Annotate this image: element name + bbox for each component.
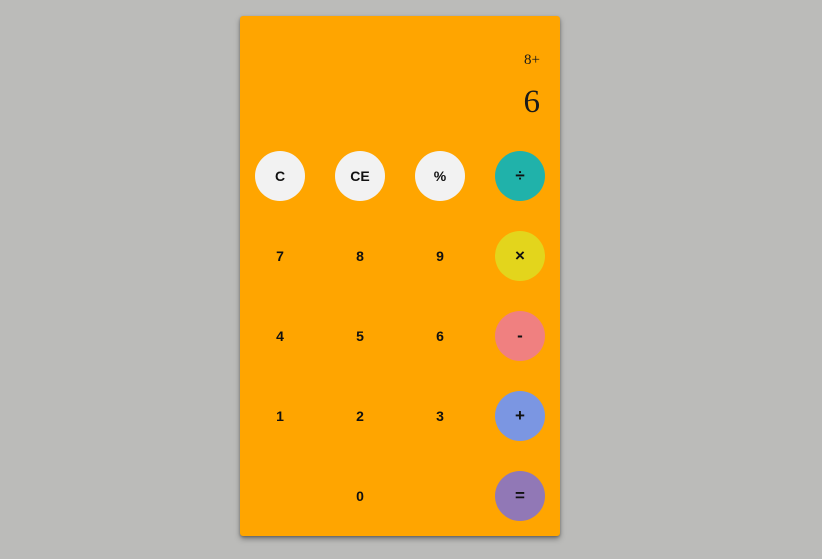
calculator: 8+ 6 C CE % ÷ 7 8 9 × 4 5 6 - 1 2 3 + 0 …: [240, 16, 560, 536]
digit-2-button[interactable]: 2: [320, 376, 400, 456]
digit-7-label: 7: [276, 248, 284, 264]
digit-2-label: 2: [356, 408, 364, 424]
digit-3-button[interactable]: 3: [400, 376, 480, 456]
display: 8+ 6: [240, 16, 560, 146]
subtract-button-label: -: [495, 311, 545, 361]
digit-8-label: 8: [356, 248, 364, 264]
digit-7-button[interactable]: 7: [240, 216, 320, 296]
result-display: 6: [523, 84, 541, 120]
multiply-button-label: ×: [495, 231, 545, 281]
divide-button[interactable]: ÷: [480, 136, 560, 216]
expression-display: 8+: [524, 52, 540, 68]
clear-button[interactable]: C: [240, 136, 320, 216]
digit-1-button[interactable]: 1: [240, 376, 320, 456]
digit-5-button[interactable]: 5: [320, 296, 400, 376]
digit-3-label: 3: [436, 408, 444, 424]
digit-9-label: 9: [436, 248, 444, 264]
digit-0-label: 0: [356, 488, 364, 504]
digit-5-label: 5: [356, 328, 364, 344]
clear-entry-button-label: CE: [335, 151, 385, 201]
percent-button-label: %: [415, 151, 465, 201]
percent-button[interactable]: %: [400, 136, 480, 216]
add-button[interactable]: +: [480, 376, 560, 456]
clear-button-label: C: [255, 151, 305, 201]
digit-4-label: 4: [276, 328, 284, 344]
digit-1-label: 1: [276, 408, 284, 424]
digit-6-label: 6: [436, 328, 444, 344]
digit-0-button[interactable]: 0: [320, 456, 400, 536]
empty-slot-left: [240, 456, 320, 536]
equals-button-label: =: [495, 471, 545, 521]
multiply-button[interactable]: ×: [480, 216, 560, 296]
subtract-button[interactable]: -: [480, 296, 560, 376]
digit-9-button[interactable]: 9: [400, 216, 480, 296]
digit-6-button[interactable]: 6: [400, 296, 480, 376]
add-button-label: +: [495, 391, 545, 441]
empty-slot-right: [400, 456, 480, 536]
equals-button[interactable]: =: [480, 456, 560, 536]
divide-button-label: ÷: [495, 151, 545, 201]
digit-4-button[interactable]: 4: [240, 296, 320, 376]
digit-8-button[interactable]: 8: [320, 216, 400, 296]
keypad: C CE % ÷ 7 8 9 × 4 5 6 - 1 2 3 + 0 =: [240, 136, 560, 536]
clear-entry-button[interactable]: CE: [320, 136, 400, 216]
